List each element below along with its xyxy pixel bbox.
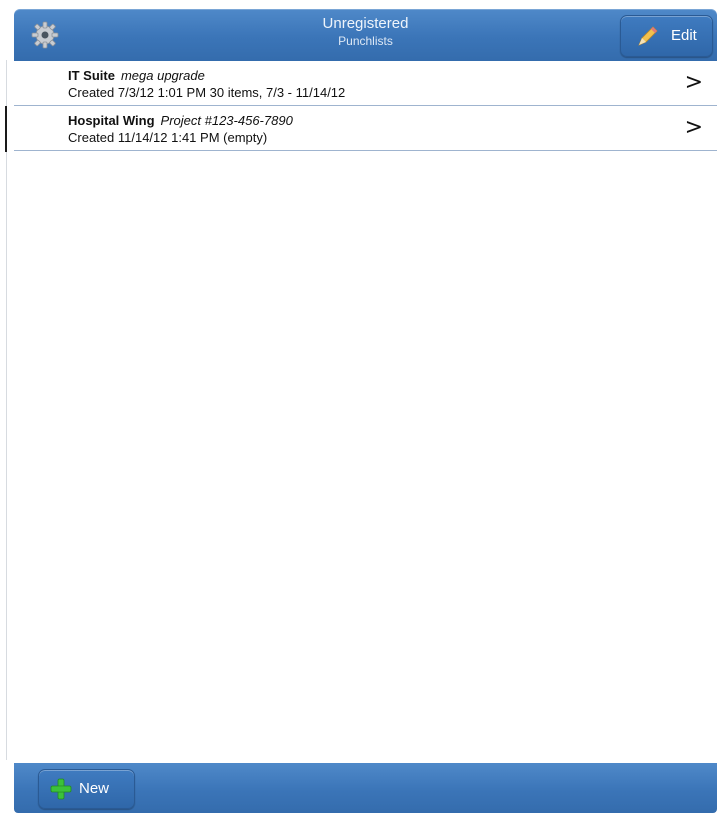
chevron-right-icon: > (684, 115, 703, 140)
list-item[interactable]: IT Suite mega upgrade Created 7/3/12 1:01… (14, 61, 717, 106)
punchlist-detail: Created 11/14/12 1:41 PM (empty) (68, 130, 268, 145)
page-subtitle: Punchlists (338, 34, 393, 48)
left-edge-divider (6, 60, 7, 760)
chevron-right-icon: > (684, 70, 703, 95)
new-label: New (79, 780, 110, 797)
list-item[interactable]: Hospital Wing Project #123-456-7890 Creat… (5, 106, 717, 152)
edit-label: Edit (671, 27, 697, 44)
punchlist-note: mega upgrade (120, 68, 205, 83)
edit-button[interactable]: Edit (620, 15, 713, 57)
punchlist-name: Hospital Wing (68, 113, 155, 128)
title-block: Unregistered Punchlists (14, 15, 717, 49)
punchlist-list: IT Suite mega upgrade Created 7/3/12 1:01… (5, 61, 717, 152)
punchlist-name: IT Suite (68, 68, 115, 83)
app-frame: Unregistered Punchlists Edit IT Suite meg… (0, 0, 718, 816)
bottom-toolbar: New (14, 763, 717, 813)
top-toolbar: Unregistered Punchlists Edit (14, 9, 717, 61)
list-item-title: Hospital Wing Project #123-456-7890 (68, 113, 293, 128)
page-title: Unregistered (322, 15, 409, 32)
punchlist-detail: Created 7/3/12 1:01 PM 30 items, 7/3 - 1… (68, 85, 346, 100)
list-item-title: IT Suite mega upgrade (68, 68, 205, 83)
new-button[interactable]: New (38, 769, 135, 809)
plus-icon (50, 778, 72, 800)
punchlist-note: Project #123-456-7890 (160, 113, 293, 128)
pencil-icon (638, 26, 658, 46)
